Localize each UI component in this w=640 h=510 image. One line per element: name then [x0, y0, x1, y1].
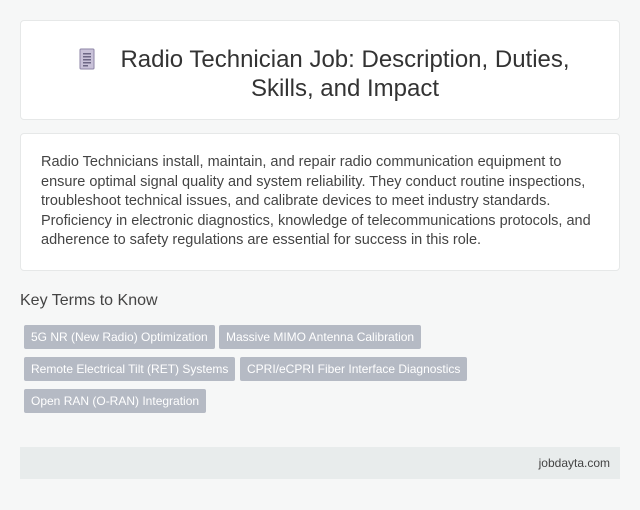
summary-text: Radio Technicians install, maintain, and…	[41, 154, 591, 249]
key-term-chip[interactable]: Massive MIMO Antenna Calibration	[219, 325, 422, 349]
footer-site-link[interactable]: jobdayta.com	[539, 456, 610, 470]
document-icon	[79, 48, 95, 70]
key-terms-heading: Key Terms to Know	[20, 292, 158, 309]
key-term-chip[interactable]: Remote Electrical Tilt (RET) Systems	[24, 357, 236, 381]
footer: jobdayta.com	[20, 447, 620, 479]
key-term-chip[interactable]: CPRI/eCPRI Fiber Interface Diagnostics	[240, 357, 468, 381]
key-term-chip[interactable]: 5G NR (New Radio) Optimization	[24, 325, 215, 349]
key-term-chip[interactable]: Open RAN (O-RAN) Integration	[24, 389, 207, 413]
page-title: Radio Technician Job: Description, Dutie…	[120, 46, 570, 102]
